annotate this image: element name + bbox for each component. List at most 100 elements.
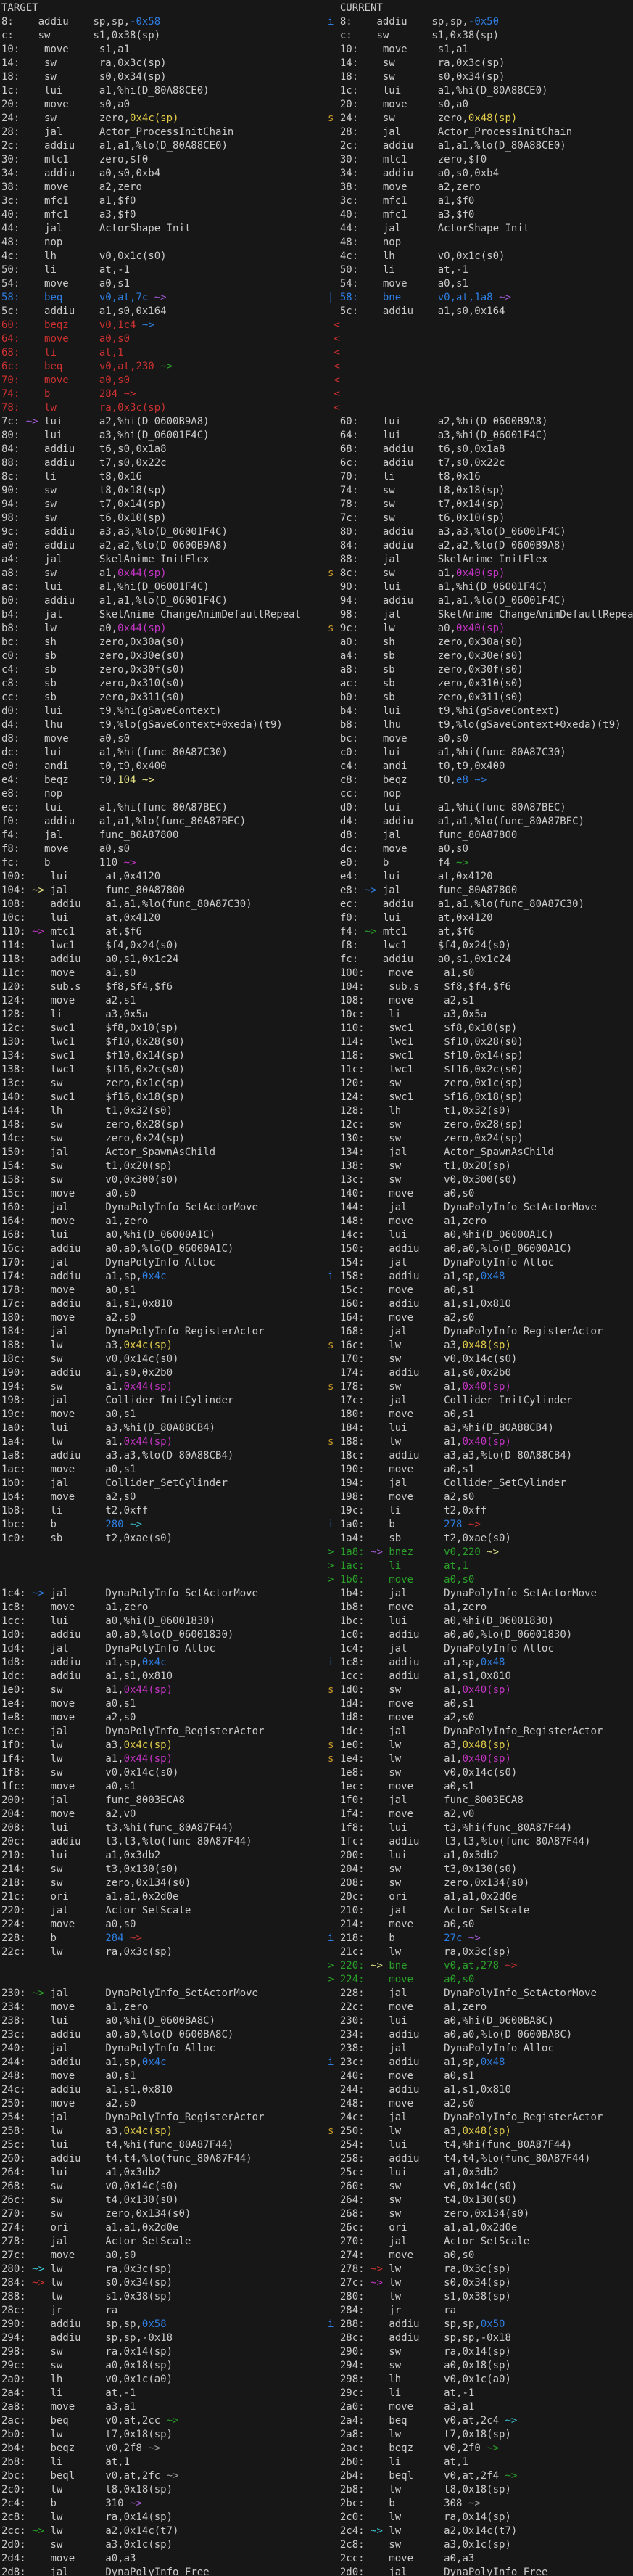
asm-text-segment [365,953,383,965]
asm-text-segment [26,168,44,179]
asm-text-segment [365,292,383,303]
asm-text-segment: zero,0x30a(s0) [438,636,524,648]
asm-text-segment [371,1588,389,1599]
current-cell: 230: lui a0,%hi(D_0600BA8C) [316,2014,633,2028]
asm-text-segment: a0, [438,623,456,634]
current-cell: 54: move a0,s1 [316,277,633,291]
asm-row: d0: lui t9,%hi(gSaveContext) b4: lui t9,… [0,705,633,718]
asm-text-segment: li [389,1560,444,1572]
asm-row: 1c8: move a1,zero 1b8: move a1,zero [0,1601,633,1615]
asm-row: ac: lui a1,%hi(D_06001F4C) 90: lui a1,%h… [0,581,633,594]
asm-text-segment [365,416,383,427]
asm-text-segment: c8: [340,774,365,786]
target-cell: 2b0: lw t7,0x18(sp) [1,2428,316,2442]
asm-text-segment: bne [383,292,438,303]
asm-text-segment: 224: [340,1974,371,1985]
asm-row: 278: jal Actor_SetScale 270: jal Actor_S… [0,2235,633,2249]
target-cell: 248: move a0,s1 [1,2070,316,2083]
asm-text-segment: a3,0x5a [105,1009,148,1020]
asm-text-segment: ~> [462,1519,480,1530]
asm-text-segment: addiu [389,1450,444,1461]
current-cell: s 1e0: lw a3,0x48(sp) [316,1739,633,1752]
asm-text-segment: 164: [340,1312,371,1324]
asm-text-segment: e0: [340,857,365,869]
asm-text-segment: jal [389,2112,444,2123]
asm-text-segment: 1e4: [1,1698,32,1710]
asm-text-segment: 26c: [1,2194,32,2206]
asm-text-segment: -0x50 [468,16,499,28]
asm-text-segment: lw [383,623,438,634]
asm-text-segment [328,443,340,455]
asm-text-segment [371,1477,389,1489]
target-cell: 1e8: move a2,s0 [1,1711,316,1725]
asm-text-segment [328,554,340,565]
asm-text-segment: addiu [50,2153,105,2165]
asm-text-segment [32,2511,50,2523]
asm-text-segment [371,1615,389,1627]
asm-text-segment [32,2098,50,2109]
asm-text-segment: a3,a1 [105,2401,136,2413]
asm-text-segment [32,1891,50,1903]
asm-text-segment [371,2194,389,2206]
asm-row: 160: jal DynaPolyInfo_SetActorMove 144: … [0,1201,633,1215]
asm-row: 1cc: lui a0,%hi(D_06001830) 1bc: lui a0,… [0,1615,633,1628]
target-cell: 74: b 284 ~> [1,387,316,401]
asm-text-segment [26,57,44,69]
asm-text-segment [26,581,44,593]
asm-text-segment: addiu [50,1450,105,1461]
asm-text-segment: 1ec: [1,1726,32,1737]
asm-text-segment [32,1767,50,1779]
target-cell: 1ec: jal DynaPolyInfo_RegisterActor [1,1725,316,1739]
asm-text-segment: 190: [1,1367,32,1379]
target-cell: 274: ori a1,a1,0x2d0e [1,2221,316,2235]
asm-text-segment [26,499,44,510]
asm-text-segment: sw [383,112,438,124]
asm-text-segment [32,1326,50,1337]
asm-text-segment [371,1988,389,1999]
asm-text-segment: 204: [1,1808,32,1820]
asm-row: 25c: lui t4,%hi(func_80A87F44) 254: lui … [0,2138,633,2152]
asm-text-segment: sw [50,1767,105,1779]
asm-text-segment: zero,0x24(sp) [105,1133,185,1144]
asm-text-segment: mtc1 [50,926,105,938]
asm-text-segment [365,44,383,55]
asm-row: f8: move a0,s0 dc: move a0,s0 [0,842,633,856]
asm-text-segment [32,2498,50,2509]
asm-text-segment: < [334,402,339,414]
asm-text-segment: 210: [1,1850,32,1861]
asm-text-segment: SkelAnime_ChangeAnimDefaultRepeat [438,609,633,620]
asm-text-segment: 230: [340,2015,371,2027]
asm-text-segment: i [328,2056,340,2068]
asm-text-segment [328,1905,340,1916]
asm-text-segment [26,388,44,400]
current-cell: 1fc: addiu t3,t3,%lo(func_80A87F44) [316,1835,633,1849]
asm-text-segment: d4: [340,816,365,827]
asm-text-segment [32,1215,50,1227]
asm-text-segment [32,2387,50,2399]
asm-text-segment [365,540,383,551]
asm-text-segment [371,2429,389,2440]
asm-text-segment [26,843,44,855]
asm-text-segment: 27c: [1,2249,32,2261]
asm-text-segment: d0: [1,705,26,717]
asm-text-segment [32,898,50,910]
asm-text-segment: a3, [444,1739,462,1751]
asm-text-segment: move [50,967,105,979]
asm-row: 1e4: move a0,s1 1d4: move a0,s1 [0,1697,633,1711]
asm-text-segment: ~> [124,1932,142,1944]
asm-text-segment: DynaPolyInfo_Alloc [444,1643,554,1654]
asm-row: 234: move a1,zero 22c: move a1,zero [0,2001,633,2014]
current-cell: ac: sb zero,0x310(s0) [316,677,633,691]
asm-text-segment: a1, [105,1753,123,1765]
asm-text-segment [365,195,383,207]
asm-row: 1f4: lw a1,0x44(sp)s 1e4: lw a1,0x40(sp) [0,1752,633,1766]
asm-text-segment: 1c8: [340,1657,371,1668]
asm-text-segment: 8c: [1,471,26,483]
asm-text-segment: lui [389,1422,444,1434]
asm-text-segment: addiu [50,1629,105,1641]
asm-text-segment: a0,s0 [444,2249,474,2261]
target-cell: 224: move a0,s0 [1,1918,316,1932]
asm-row: 290: addiu sp,sp,0x58i 288: addiu sp,sp,… [0,2318,633,2331]
asm-text-segment: jal [50,1395,105,1406]
asm-text-segment: sw [44,512,99,524]
